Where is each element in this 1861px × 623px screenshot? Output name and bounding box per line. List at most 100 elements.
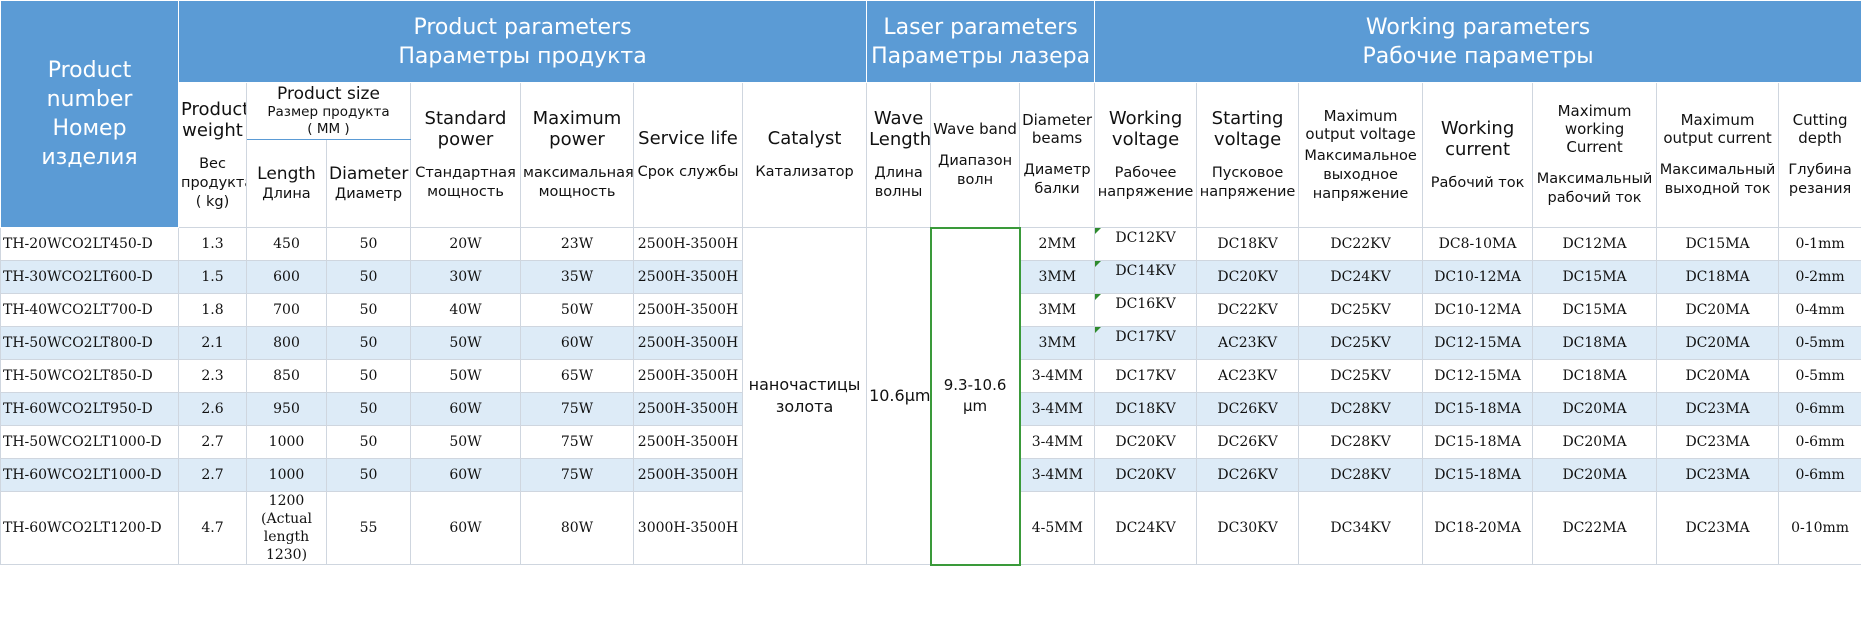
starting-voltage-cell: AC23KV [1196, 326, 1300, 360]
weight-cell: 1.5 [178, 260, 247, 294]
header-diameter-ru: Диаметр [334, 185, 403, 202]
header-maximum-power-en: Maximum power [532, 108, 622, 150]
max-output-current-cell: DC23MA [1656, 425, 1780, 459]
weight-cell: 4.7 [178, 491, 247, 565]
working-current-cell: DC15-18MA [1422, 392, 1534, 426]
max-working-current-cell: DC20MA [1532, 425, 1658, 459]
working-voltage-cell: DC17KV [1094, 326, 1198, 360]
header-length-en: Length [257, 163, 316, 184]
standard-power-cell: 20W [410, 227, 521, 261]
header-starting-voltage: Starting voltage Пусковое напряжение [1196, 82, 1300, 228]
working-voltage-cell: DC12KV [1094, 227, 1198, 261]
header-catalyst-ru: Катализатор [755, 164, 854, 180]
header-group-product-ru: Параметры продукта [398, 43, 647, 69]
model-cell: TH-50WCO2LT1000-D [0, 425, 179, 459]
model-cell: TH-60WCO2LT950-D [0, 392, 179, 426]
starting-voltage-cell: AC23KV [1196, 359, 1300, 393]
header-weight: Product weight Вес продукта ( kg) [178, 82, 247, 228]
diameter-cell: 50 [326, 458, 411, 492]
max-working-current-cell: DC12MA [1532, 227, 1658, 261]
max-working-current-cell: DC18MA [1532, 326, 1658, 360]
working-current-cell: DC18-20MA [1422, 491, 1534, 565]
diameter-cell: 50 [326, 425, 411, 459]
max-working-current-cell: DC15MA [1532, 293, 1658, 327]
diameter-beams-cell: 3-4MM [1019, 425, 1096, 459]
header-starting-voltage-en: Starting voltage [1211, 108, 1284, 150]
header-group-laser: Laser parameters Параметры лазера [866, 0, 1096, 83]
max-working-current-cell: DC20MA [1532, 458, 1658, 492]
diameter-beams-cell: 3MM [1019, 326, 1096, 360]
working-voltage-cell: DC20KV [1094, 458, 1198, 492]
service-life-cell: 2500H-3500H [633, 458, 743, 492]
header-size-ru: Размер продукта [267, 104, 390, 120]
weight-cell: 2.3 [178, 359, 247, 393]
length-cell: 700 [246, 293, 327, 327]
cutting-depth-cell: 0-10mm [1778, 491, 1861, 565]
max-output-current-cell: DC20MA [1656, 293, 1780, 327]
max-output-current-cell: DC23MA [1656, 458, 1780, 492]
header-working-current: Working current Рабочий ток [1422, 82, 1534, 228]
diameter-cell: 50 [326, 326, 411, 360]
working-voltage-value: DC16KV [1115, 296, 1176, 312]
max-working-current-cell: DC15MA [1532, 260, 1658, 294]
diameter-beams-cell: 4-5MM [1019, 491, 1096, 565]
header-catalyst-en: Catalyst [767, 128, 842, 149]
header-product-number-ru: Номер изделия [41, 116, 138, 170]
header-max-working-current: Maximum working Current Максимальный раб… [1532, 82, 1658, 228]
starting-voltage-cell: DC20KV [1196, 260, 1300, 294]
header-diameter-beams-en: Diameter beams [1022, 111, 1093, 147]
working-voltage-cell: DC16KV [1094, 293, 1198, 327]
header-maximum-power-ru: максимальная мощность [523, 165, 634, 200]
service-life-cell: 2500H-3500H [633, 260, 743, 294]
model-cell: TH-20WCO2LT450-D [0, 227, 179, 261]
header-wave-band: Wave band Диапазон волн [930, 82, 1021, 228]
header-size-en: Product size [277, 84, 380, 104]
length-cell: 950 [246, 392, 327, 426]
standard-power-cell: 50W [410, 425, 521, 459]
header-working-current-en: Working current [1440, 117, 1515, 160]
model-cell: TH-30WCO2LT600-D [0, 260, 179, 294]
header-product-number: Product number Номер изделия [0, 0, 179, 228]
standard-power-cell: 30W [410, 260, 521, 294]
length-cell: 1200 (Actual length 1230) [246, 491, 327, 565]
header-wave-length: Wave Length Длина волны [866, 82, 932, 228]
length-cell: 1000 [246, 458, 327, 492]
header-product-number-en: Product number [46, 58, 133, 112]
cutting-depth-cell: 0-6mm [1778, 425, 1861, 459]
diameter-cell: 50 [326, 260, 411, 294]
standard-power-cell: 50W [410, 326, 521, 360]
header-group-working-ru: Рабочие параметры [1362, 43, 1594, 69]
header-service-life: Service life Срок службы [633, 82, 743, 228]
header-group-laser-en: Laser parameters [883, 14, 1078, 40]
max-output-voltage-cell: DC25KV [1298, 359, 1424, 393]
header-diameter: Diameter Диаметр [326, 139, 411, 228]
wave-band-cell: 9.3-10.6 μm [929, 226, 1021, 566]
header-wave-length-en: Wave Length [869, 108, 931, 150]
starting-voltage-cell: DC26KV [1196, 425, 1300, 459]
diameter-beams-cell: 2MM [1019, 227, 1096, 261]
length-cell: 800 [246, 326, 327, 360]
weight-cell: 1.3 [178, 227, 247, 261]
working-current-cell: DC15-18MA [1422, 458, 1534, 492]
service-life-cell: 2500H-3500H [633, 326, 743, 360]
maximum-power-cell: 35W [520, 260, 634, 294]
diameter-cell: 50 [326, 293, 411, 327]
working-voltage-value: DC12KV [1115, 230, 1176, 246]
working-voltage-cell: DC20KV [1094, 425, 1198, 459]
header-max-output-current: Maximum output current Максимальный выхо… [1656, 82, 1780, 228]
weight-cell: 2.7 [178, 458, 247, 492]
header-diameter-beams: Diameter beams Диаметр балки [1019, 82, 1096, 228]
standard-power-cell: 40W [410, 293, 521, 327]
wave-length-cell: 10.6μm [866, 227, 932, 565]
header-service-life-en: Service life [638, 128, 738, 149]
maximum-power-cell: 65W [520, 359, 634, 393]
header-cutting-depth: Cutting depth Глубина резания [1778, 82, 1861, 228]
header-max-output-current-ru: Максимальный выходной ток [1659, 162, 1776, 197]
max-output-voltage-cell: DC34KV [1298, 491, 1424, 565]
service-life-cell: 2500H-3500H [633, 293, 743, 327]
header-weight-en: Product weight [181, 98, 247, 141]
header-group-working-en: Working parameters [1365, 14, 1591, 40]
cutting-depth-cell: 0-4mm [1778, 293, 1861, 327]
header-catalyst: Catalyst Катализатор [741, 82, 868, 228]
standard-power-cell: 60W [410, 491, 521, 565]
